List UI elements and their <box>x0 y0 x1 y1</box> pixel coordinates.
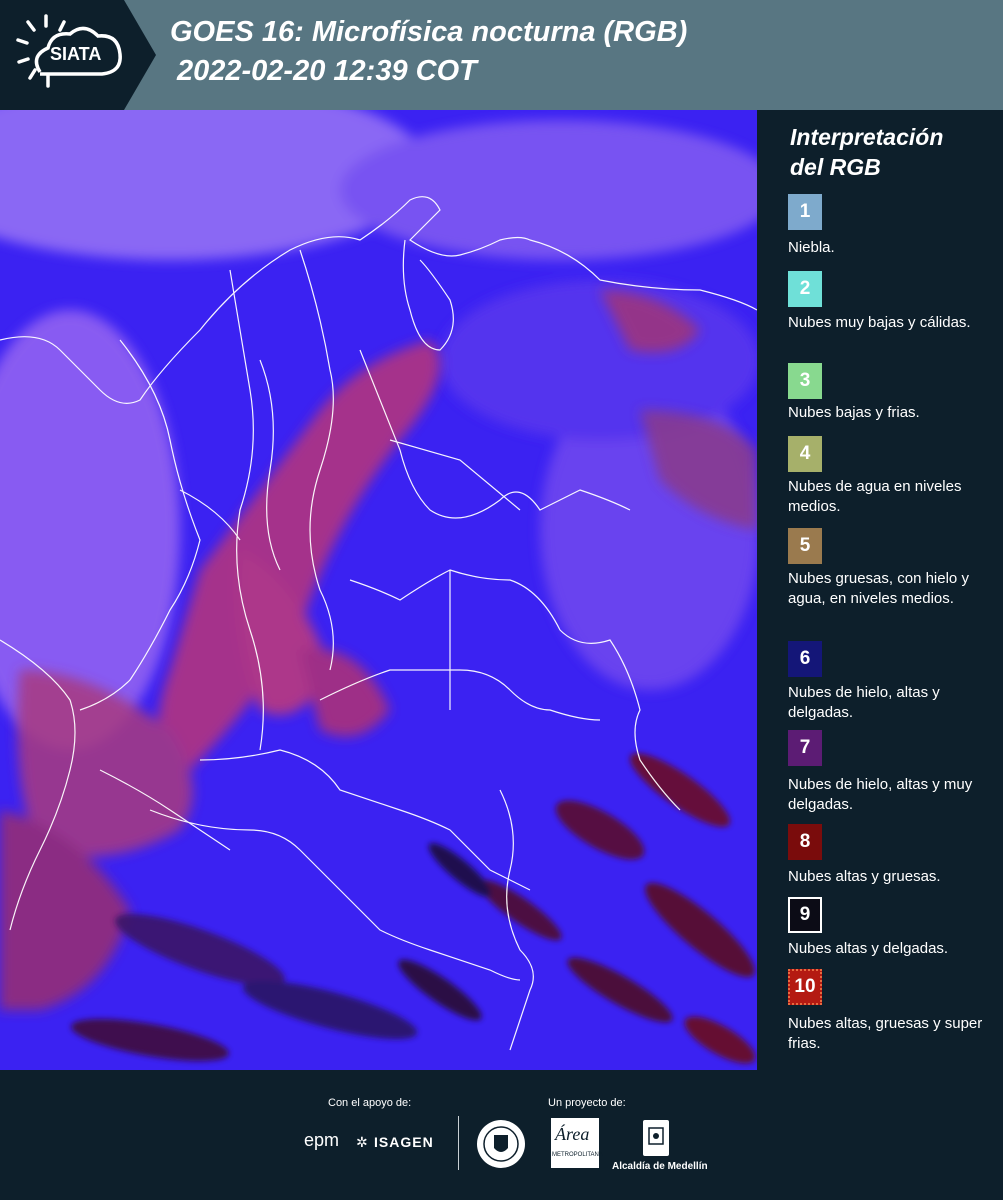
legend-label-4: Nubes de agua en niveles medios. <box>788 478 962 515</box>
satellite-map[interactable] <box>0 110 757 1070</box>
footer: Con el apoyo de: Un proyecto de: epm ✲ I… <box>0 1070 1003 1200</box>
satellite-imagery <box>0 110 757 1070</box>
legend-label-3: Nubes bajas y frias. <box>788 404 920 421</box>
legend-title-line2: del RGB <box>790 154 881 180</box>
legend-swatch-1: 1 <box>788 194 822 230</box>
header-bar: SIATA GOES 16: Microfísica nocturna (RGB… <box>0 0 1003 110</box>
legend-label-9: Nubes altas y delgadas. <box>788 940 949 957</box>
legend-title-line1: Interpretación <box>790 124 944 150</box>
area-metropolitana-logo[interactable]: Área METROPOLITANA <box>551 1118 603 1168</box>
isagen-logo[interactable]: ISAGEN <box>374 1134 434 1150</box>
legend-label-2: Nubes muy bajas y cálidas. <box>788 314 971 331</box>
legend-swatch-10: 10 <box>788 969 822 1005</box>
legend-label-8: Nubes altas y gruesas. <box>788 868 941 885</box>
logo-label: SIATA <box>50 44 102 64</box>
map-timestamp: 2022-02-20 12:39 COT <box>177 55 477 87</box>
isagen-icon: ✲ <box>356 1134 368 1150</box>
rgb-legend: Interpretación del RGB 1 Niebla. 2 Nubes… <box>757 110 1003 1070</box>
legend-label-1: Niebla. <box>788 239 835 256</box>
footer-divider <box>458 1116 459 1170</box>
legend-swatch-5: 5 <box>788 528 822 564</box>
map-title: GOES 16: Microfísica nocturna (RGB) <box>170 16 688 48</box>
area-logo-text: Área <box>555 1124 590 1144</box>
project-label: Un proyecto de: <box>548 1097 626 1109</box>
legend-swatch-8: 8 <box>788 824 822 860</box>
legend-swatch-6: 6 <box>788 641 822 677</box>
legend-swatch-4: 4 <box>788 436 822 472</box>
legend-title: Interpretación del RGB <box>790 122 943 182</box>
legend-label-5: Nubes gruesas, con hielo y agua, en nive… <box>788 570 969 607</box>
siata-logo[interactable]: SIATA <box>0 0 156 110</box>
legend-swatch-2: 2 <box>788 271 822 307</box>
medellin-label: Alcaldía de Medellín <box>612 1161 708 1172</box>
university-seal-icon[interactable] <box>475 1118 527 1170</box>
legend-label-10: Nubes altas, gruesas y super frias. <box>788 1015 983 1052</box>
area-logo-subtext: METROPOLITANA <box>552 1152 603 1158</box>
epm-logo[interactable]: epm <box>304 1130 339 1151</box>
support-label: Con el apoyo de: <box>328 1097 412 1109</box>
legend-swatch-7: 7 <box>788 730 822 766</box>
legend-label-6: Nubes de hielo, altas y delgadas. <box>788 684 940 721</box>
legend-label-7: Nubes de hielo, altas y muy delgadas. <box>788 776 973 813</box>
legend-swatch-3: 3 <box>788 363 822 399</box>
medellin-crest-icon[interactable] <box>641 1118 671 1158</box>
legend-swatch-9: 9 <box>788 897 822 933</box>
